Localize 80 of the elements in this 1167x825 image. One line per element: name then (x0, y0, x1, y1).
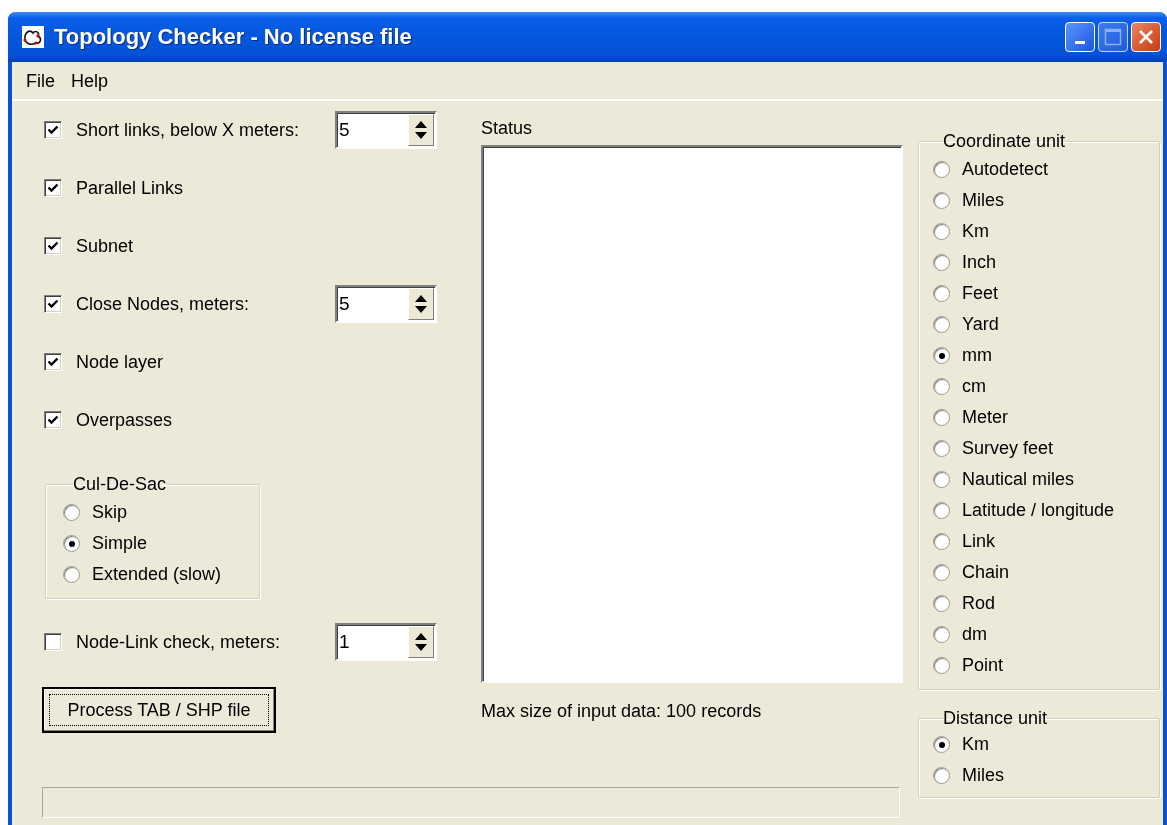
number-field[interactable]: 5 (335, 111, 437, 149)
radio-button[interactable] (63, 566, 80, 583)
spin-arrows-icon[interactable] (408, 626, 434, 658)
radio-button[interactable] (933, 161, 950, 178)
radio-button[interactable] (933, 767, 950, 784)
radio-label[interactable]: Nautical miles (962, 469, 1075, 490)
minimize-icon (1075, 40, 1085, 44)
radio-label[interactable]: Miles (962, 765, 1004, 786)
radio-button[interactable] (63, 535, 80, 552)
menu-item[interactable]: File (18, 70, 63, 92)
radio-label[interactable]: Km (962, 221, 989, 242)
window-title: Topology Checker - No license file (54, 24, 413, 50)
radio-button[interactable] (933, 657, 950, 674)
radio-label[interactable]: Rod (962, 593, 996, 614)
radio-label[interactable]: cm (962, 376, 986, 397)
checkbox-label[interactable]: Node-Link check, meters: (76, 631, 335, 653)
radio-label[interactable]: Extended (slow) (92, 564, 222, 585)
radio-label[interactable]: Survey feet (962, 438, 1054, 459)
radio-button[interactable] (933, 626, 950, 643)
radio-label[interactable]: Chain (962, 562, 1010, 583)
radio-label[interactable]: Meter (962, 407, 1008, 428)
radio-button[interactable] (933, 378, 950, 395)
radio-button[interactable] (933, 533, 950, 550)
checkbox-label[interactable]: Short links, below X meters: (76, 119, 335, 141)
radio-button[interactable] (933, 471, 950, 488)
checkbox[interactable] (44, 179, 62, 197)
radio-button[interactable] (933, 502, 950, 519)
radio-button[interactable] (933, 409, 950, 426)
spin-arrows-icon[interactable] (408, 288, 434, 320)
radio-label[interactable]: Skip (92, 502, 127, 523)
checkbox[interactable] (44, 633, 62, 651)
radio-label[interactable]: Simple (92, 533, 148, 554)
minimize-button[interactable] (1065, 22, 1095, 52)
radio-label[interactable]: Feet (962, 283, 999, 304)
menu-item[interactable]: Help (63, 70, 117, 92)
checkbox[interactable] (44, 411, 62, 429)
radio-label[interactable]: Autodetect (962, 159, 1049, 180)
radio-label[interactable]: Km (962, 734, 989, 755)
radio-label[interactable]: Point (962, 655, 1004, 676)
radio-label[interactable]: mm (962, 345, 992, 366)
radio-button[interactable] (933, 347, 950, 364)
radio-button[interactable] (933, 223, 950, 240)
maximize-button[interactable] (1098, 22, 1128, 52)
radio-button[interactable] (933, 564, 950, 581)
checkbox[interactable] (44, 295, 62, 313)
radio-button[interactable] (933, 254, 950, 271)
checkbox-label[interactable]: Overpasses (76, 409, 335, 431)
maximize-icon (1104, 28, 1122, 46)
radio-label[interactable]: Yard (962, 314, 999, 335)
group-title: Cul-De-Sac (73, 475, 167, 493)
radio-label[interactable]: Link (962, 531, 996, 552)
radio-button[interactable] (933, 595, 950, 612)
radio-button[interactable] (933, 316, 950, 333)
radio-button[interactable] (933, 192, 950, 209)
checkbox-label[interactable]: Subnet (76, 235, 335, 257)
radio-button[interactable] (63, 504, 80, 521)
radio-button[interactable] (933, 285, 950, 302)
radio-button[interactable] (933, 736, 950, 753)
number-field[interactable]: 1 (335, 623, 437, 661)
radio-label[interactable]: Miles (962, 190, 1004, 211)
checkbox[interactable] (44, 237, 62, 255)
group-title: Distance unit (943, 709, 1048, 727)
close-icon (1138, 29, 1154, 45)
process-button[interactable]: Process TAB / SHP file (42, 687, 276, 733)
spin-arrows-icon[interactable] (408, 114, 434, 146)
checkbox[interactable] (44, 353, 62, 371)
size-limit-note: Max size of input data: 100 records (481, 701, 763, 722)
checkbox[interactable] (44, 121, 62, 139)
radio-label[interactable]: Inch (962, 252, 997, 273)
radio-label[interactable]: Latitude / longitude (962, 500, 1115, 521)
checkbox-label[interactable]: Parallel Links (76, 177, 335, 199)
group-title: Coordinate unit (943, 132, 1066, 150)
radio-button[interactable] (933, 440, 950, 457)
number-field[interactable]: 5 (335, 285, 437, 323)
app-icon (22, 26, 44, 48)
radio-label[interactable]: dm (962, 624, 987, 645)
status-label: Status (481, 118, 534, 139)
checkbox-label[interactable]: Close Nodes, meters: (76, 293, 335, 315)
checkbox-label[interactable]: Node layer (76, 351, 335, 373)
close-button[interactable] (1131, 22, 1161, 52)
